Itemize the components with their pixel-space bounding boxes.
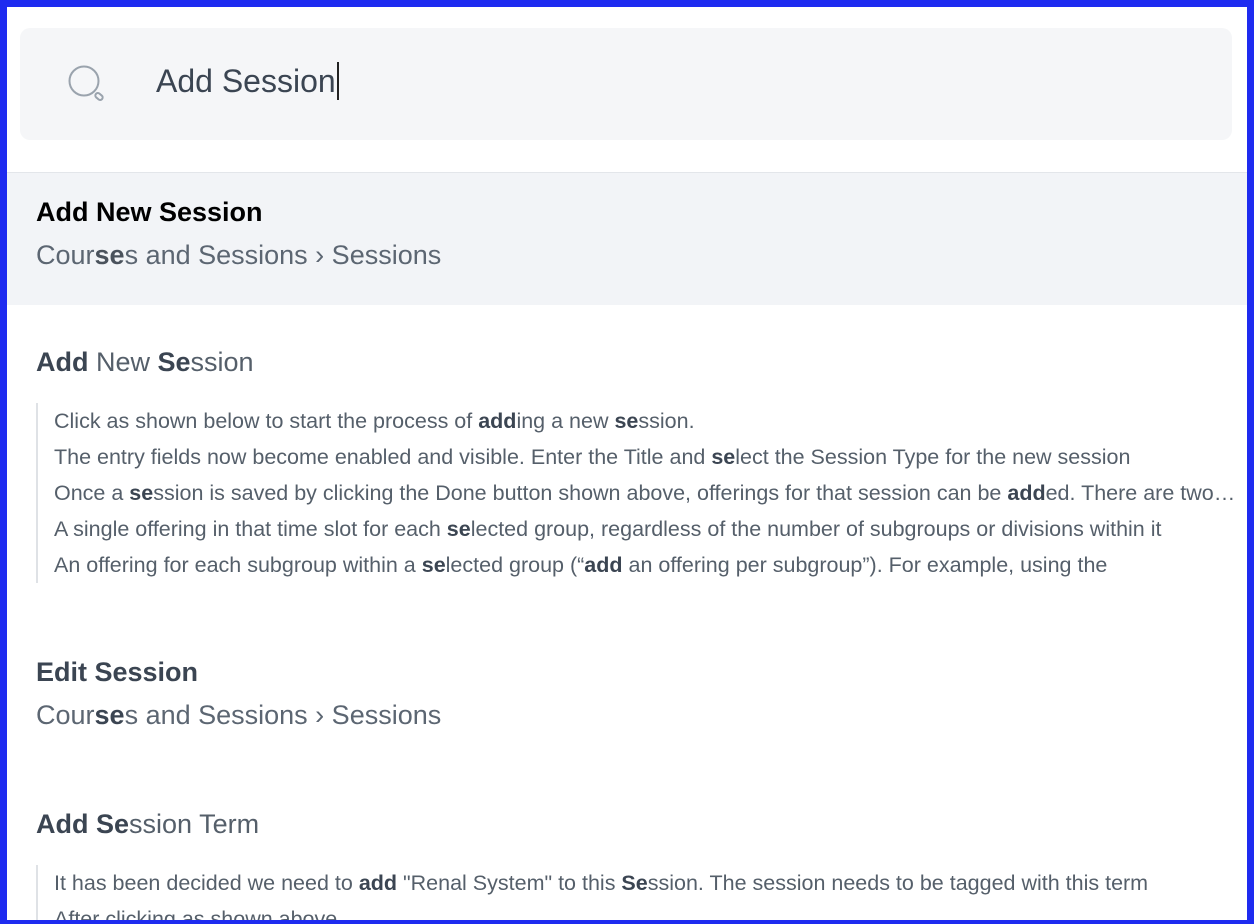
snippet-line: Once a session is saved by clicking the … bbox=[54, 481, 1236, 505]
search-bar[interactable]: Add Session bbox=[20, 28, 1232, 140]
result-title: Edit Session bbox=[36, 657, 199, 687]
search-input[interactable]: Add Session bbox=[156, 58, 339, 104]
snippet-line: The entry fields now become enabled and … bbox=[54, 445, 1131, 469]
results-list: Add New Session Courses and Sessions › S… bbox=[7, 173, 1247, 924]
result-item-add-new-session-article[interactable]: Add New Session Click as shown below to … bbox=[7, 305, 1247, 643]
result-item-add-new-session[interactable]: Add New Session Courses and Sessions › S… bbox=[7, 173, 1247, 305]
result-title: Add New Session bbox=[36, 347, 254, 377]
text-caret bbox=[336, 61, 339, 100]
snippet-line: After clicking as shown above bbox=[54, 907, 338, 924]
snippet-line: It has been decided we need to add "Rena… bbox=[54, 871, 1149, 895]
result-item-add-session-term[interactable]: Add Session Term It has been decided we … bbox=[7, 797, 1247, 924]
result-title: Add New Session bbox=[36, 197, 263, 227]
search-icon bbox=[66, 63, 112, 109]
snippet-line: A single offering in that time slot for … bbox=[54, 517, 1162, 541]
result-breadcrumb: Courses and Sessions › Sessions bbox=[36, 240, 442, 270]
result-item-edit-session[interactable]: Edit Session Courses and Sessions › Sess… bbox=[7, 643, 1247, 797]
result-snippet: Click as shown below to start the proces… bbox=[36, 403, 1236, 583]
window-frame: Add Session Add New Session Courses and … bbox=[0, 0, 1254, 924]
result-snippet: It has been decided we need to add "Rena… bbox=[36, 865, 1236, 924]
snippet-line: Click as shown below to start the proces… bbox=[54, 409, 695, 433]
result-title: Add Session Term bbox=[36, 809, 260, 839]
result-breadcrumb: Courses and Sessions › Sessions bbox=[36, 700, 442, 730]
snippet-line: An offering for each subgroup within a s… bbox=[54, 553, 1108, 577]
search-input-value: Add Session bbox=[156, 63, 336, 99]
